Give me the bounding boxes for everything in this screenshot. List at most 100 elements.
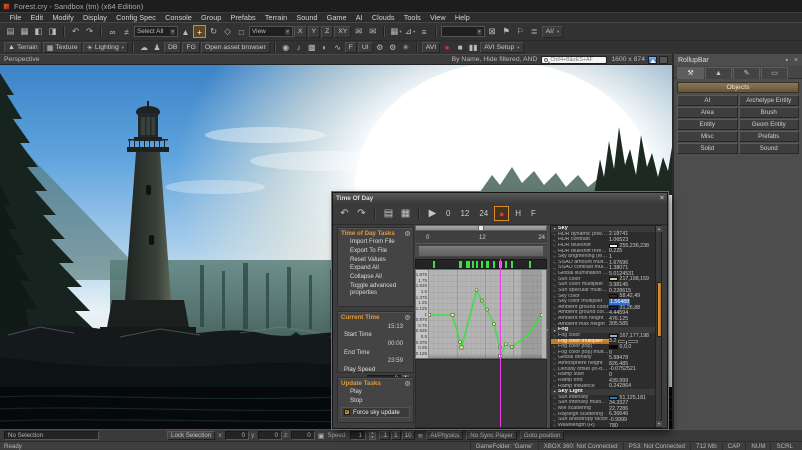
keyframe-tick[interactable] [466, 261, 468, 268]
particles-icon[interactable]: ✳ [400, 42, 412, 53]
param-value[interactable]: 780 [609, 423, 618, 427]
ai-debug-icon[interactable]: ⚐ [514, 25, 527, 38]
rotate-tool-icon[interactable]: ↻ [207, 25, 220, 38]
slider-handle[interactable] [625, 340, 628, 345]
move-tool-icon[interactable]: + [193, 25, 206, 38]
object-type-button[interactable]: Prefabs [739, 131, 800, 142]
coords-dropdown[interactable]: View▾ [249, 26, 293, 37]
axis-xy-button[interactable]: XY [334, 26, 351, 38]
color-swatch[interactable] [609, 244, 618, 248]
keyframe-tick[interactable] [481, 261, 483, 268]
record-icon[interactable]: ● [494, 206, 509, 221]
menu-item[interactable]: Config Spec [112, 13, 161, 22]
keyframe-tick[interactable] [511, 261, 513, 268]
spline-curve[interactable] [429, 270, 542, 360]
object-type-button[interactable]: Misc [677, 131, 738, 142]
coord-field[interactable]: 0 [291, 431, 315, 440]
coord-field[interactable]: 0 [258, 431, 282, 440]
ruler-icon[interactable]: ≡ [418, 25, 431, 38]
snap-terrain-icon[interactable]: ✉ [366, 25, 379, 38]
ai-navigation-button[interactable]: AI/▾ [542, 26, 564, 38]
scroll-up-icon[interactable]: ▲ [656, 226, 662, 232]
open-icon[interactable]: ▤ [4, 25, 17, 38]
mixer-icon[interactable]: ▩ [306, 42, 318, 53]
physics-tool-icon[interactable]: ⚑ [500, 25, 513, 38]
speed-preset-button[interactable]: 1 [391, 431, 400, 440]
zoom-notch[interactable] [478, 225, 484, 231]
timeline-zoom-handle[interactable] [415, 225, 547, 231]
param-row[interactable]: ∿Wavelength (R)780 [551, 423, 655, 427]
start-time-value[interactable]: 00:00 [338, 339, 413, 348]
follow-terrain-icon[interactable]: ▣ [318, 432, 325, 440]
undo-icon[interactable]: ↶ [337, 206, 352, 221]
display-settings-icon[interactable] [659, 56, 668, 64]
flowgraph-debug-button[interactable]: F [345, 42, 357, 53]
keyframe-tick[interactable] [529, 261, 531, 268]
play-icon[interactable]: ▶ [425, 206, 440, 221]
spinner-control[interactable]: ▲▼ [369, 432, 376, 440]
keyframe-tick[interactable] [472, 261, 474, 268]
object-type-button[interactable]: Brush [739, 107, 800, 118]
menu-item[interactable]: View [425, 13, 450, 22]
avi-button[interactable]: AVI [422, 42, 440, 53]
sun-trajectory-icon[interactable]: ◐ [319, 42, 331, 53]
menu-item[interactable]: Display [78, 13, 111, 22]
object-type-button[interactable]: AI [677, 95, 738, 106]
named-selection-dropdown[interactable]: ▾ [441, 26, 485, 37]
task-link[interactable]: Import From File [338, 238, 413, 247]
menu-item[interactable]: Clouds [367, 13, 399, 22]
screenshot-icon[interactable] [648, 56, 657, 64]
tod-titlebar[interactable]: Time Of Day × [333, 193, 667, 203]
color-swatch[interactable] [609, 277, 618, 281]
force-sky-update-row[interactable]: ✓ Force sky update [341, 407, 410, 418]
physics-sync-icon[interactable]: ≋ [418, 432, 424, 440]
keyframe-tick[interactable] [487, 261, 489, 268]
asset-browser-button[interactable]: Open asset browser [201, 42, 270, 53]
menu-item[interactable]: Sound [292, 13, 322, 22]
task-link[interactable]: Stop [338, 397, 413, 406]
menu-item[interactable]: Terrain [260, 13, 292, 22]
color-swatch[interactable] [609, 294, 618, 298]
menu-item[interactable]: Prefabs [226, 13, 260, 22]
selection-mask-dropdown[interactable]: Select All▾ [134, 26, 178, 37]
tab-terrain[interactable]: ▲ [705, 67, 732, 79]
avi-setup-button[interactable]: AVI Setup▾ [480, 42, 523, 53]
curve-plot[interactable]: 1.8751.751.6251.51.3751.251.12510.8750.7… [415, 269, 547, 359]
no-sync-player-button[interactable]: No Sync Player [466, 431, 517, 440]
select-terrain-icon[interactable]: ▲ [179, 25, 192, 38]
axis-x-button[interactable]: X [294, 26, 307, 38]
task-link[interactable]: Collapse All [338, 273, 413, 282]
keyframe-tick[interactable] [476, 261, 478, 268]
database-view-button[interactable]: DB [164, 42, 181, 53]
curve-editor-icon[interactable]: ∿ [332, 42, 344, 53]
ui-emulator-button[interactable]: UI [358, 42, 373, 53]
export-terrain-icon[interactable]: ◨ [46, 25, 59, 38]
texture-button[interactable]: ▦Texture [43, 42, 82, 53]
scroll-down-icon[interactable]: ▼ [656, 421, 662, 427]
help-icon[interactable]: ? [405, 231, 410, 236]
menu-item[interactable]: Help [450, 13, 474, 22]
lock-selection-button[interactable]: Lock Selection [167, 431, 215, 440]
end-time-value[interactable]: 23:59 [338, 356, 413, 365]
object-type-button[interactable]: Sound [739, 143, 800, 154]
scrollbar-thumb[interactable] [657, 282, 662, 336]
menu-item[interactable]: Game [322, 13, 351, 22]
pause-icon[interactable]: ▮▮ [467, 42, 479, 53]
checkbox-checked-icon[interactable]: ✓ [344, 409, 350, 415]
save-icon[interactable]: ▦ [18, 25, 31, 38]
title-bar[interactable]: Forest.cry - Sandbox (tm) (x64 Edition) [0, 0, 802, 12]
scale-tool-icon[interactable]: ◇ [221, 25, 234, 38]
angle-snap-icon[interactable]: ⊿▾ [404, 25, 417, 38]
keyframe-tick[interactable] [468, 261, 470, 268]
keyframe-strip[interactable] [415, 259, 547, 269]
redo-icon[interactable]: ↷ [354, 206, 369, 221]
fetch-button[interactable]: F [527, 208, 540, 220]
object-type-button[interactable]: Entity [677, 119, 738, 130]
close-icon[interactable]: × [794, 57, 798, 64]
color-swatch[interactable] [609, 306, 618, 310]
menu-item[interactable]: Tools [399, 13, 425, 22]
task-link[interactable]: Play [338, 388, 413, 397]
grid-snap-icon[interactable]: ▦▾ [389, 25, 402, 38]
object-type-button[interactable]: Geom Entity [739, 119, 800, 130]
task-link[interactable]: Expand All [338, 264, 413, 273]
